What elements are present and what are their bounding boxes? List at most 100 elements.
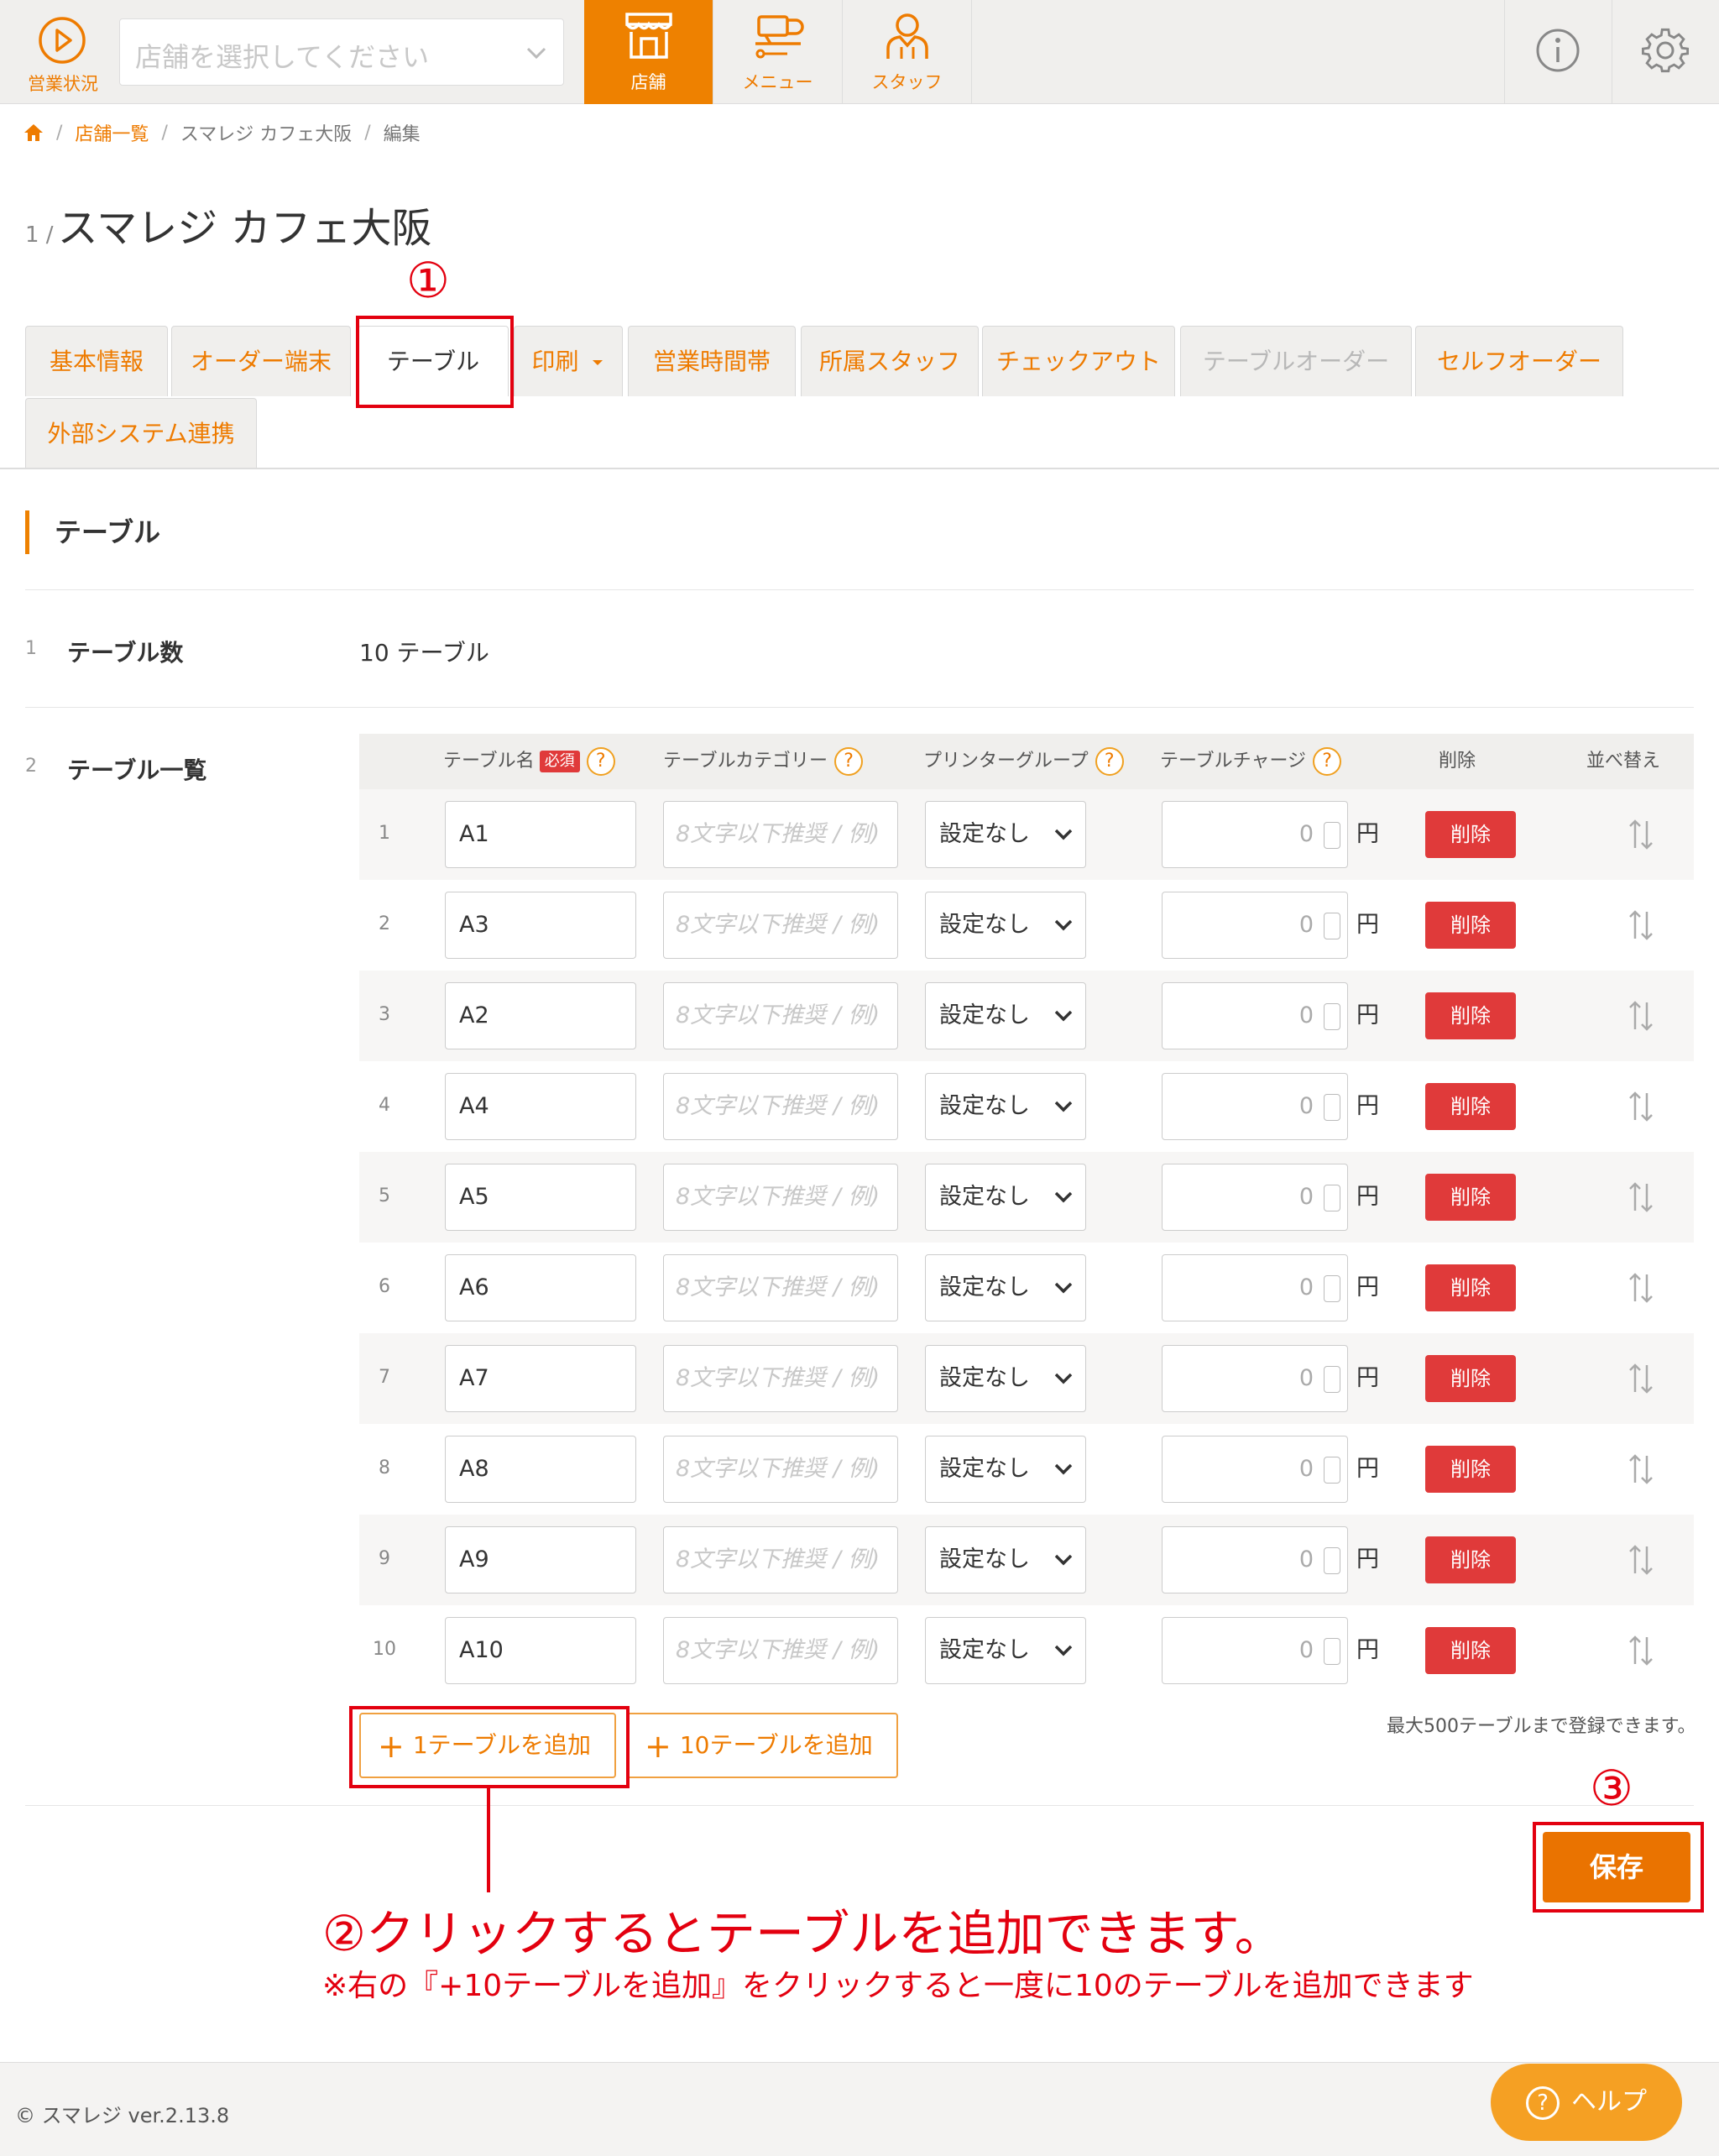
number-spinner[interactable]	[1324, 1003, 1340, 1030]
table-name-input[interactable]: A5	[445, 1164, 636, 1231]
number-spinner[interactable]	[1324, 1366, 1340, 1393]
sales-status-button[interactable]: 営業状況	[0, 0, 118, 104]
tab-business-hours[interactable]: 営業時間帯	[628, 326, 796, 396]
delete-button[interactable]: 削除	[1425, 811, 1516, 858]
store-select[interactable]: 店舗を選択してください	[119, 18, 564, 86]
sort-arrows-icon[interactable]	[1627, 1634, 1655, 1667]
tab-self-order[interactable]: セルフオーダー	[1415, 326, 1623, 396]
printer-group-select[interactable]: 設定なし	[925, 1526, 1086, 1593]
info-button[interactable]	[1504, 0, 1611, 104]
help-question-icon[interactable]: ?	[1313, 747, 1342, 776]
table-charge-input[interactable]: 0	[1162, 1073, 1348, 1140]
add-ten-tables-button[interactable]: +10テーブルを追加	[626, 1713, 898, 1778]
delete-button[interactable]: 削除	[1425, 1536, 1516, 1583]
printer-group-value: 設定なし	[939, 1365, 1030, 1391]
table-category-input[interactable]: 8文字以下推奨 / 例)	[663, 801, 898, 868]
delete-button[interactable]: 削除	[1425, 1627, 1516, 1674]
sort-arrows-icon[interactable]	[1627, 1180, 1655, 1214]
delete-button[interactable]: 削除	[1425, 902, 1516, 949]
table-name-input[interactable]: A2	[445, 982, 636, 1049]
table-charge-input[interactable]: 0	[1162, 1617, 1348, 1684]
table-charge-input[interactable]: 0	[1162, 1526, 1348, 1593]
table-name-input[interactable]: A6	[445, 1254, 636, 1321]
sort-arrows-icon[interactable]	[1627, 908, 1655, 942]
sort-arrows-icon[interactable]	[1627, 1543, 1655, 1577]
sort-arrows-icon[interactable]	[1627, 818, 1655, 851]
delete-button[interactable]: 削除	[1425, 1264, 1516, 1311]
table-name-input[interactable]: A9	[445, 1526, 636, 1593]
table-category-input[interactable]: 8文字以下推奨 / 例)	[663, 1436, 898, 1503]
printer-group-select[interactable]: 設定なし	[925, 801, 1086, 868]
number-spinner[interactable]	[1324, 1275, 1340, 1302]
chevron-down-icon	[1054, 1645, 1073, 1656]
nav-tab-staff[interactable]: スタッフ	[843, 0, 972, 104]
table-charge-input[interactable]: 0	[1162, 1436, 1348, 1503]
header-category: テーブルカテゴリー?	[663, 734, 864, 789]
table-count-label: テーブル数	[67, 639, 184, 667]
printer-group-select[interactable]: 設定なし	[925, 1436, 1086, 1503]
annotation-box-save	[1533, 1822, 1704, 1913]
table-category-input[interactable]: 8文字以下推奨 / 例)	[663, 1526, 898, 1593]
table-category-input[interactable]: 8文字以下推奨 / 例)	[663, 1164, 898, 1231]
table-name-input[interactable]: A7	[445, 1345, 636, 1412]
help-question-icon[interactable]: ?	[586, 747, 615, 776]
delete-button[interactable]: 削除	[1425, 992, 1516, 1039]
nav-tab-store[interactable]: 店舗	[584, 0, 713, 104]
table-charge-input[interactable]: 0	[1162, 1254, 1348, 1321]
table-charge-input[interactable]: 0	[1162, 801, 1348, 868]
table-name-input[interactable]: A3	[445, 892, 636, 959]
table-category-input[interactable]: 8文字以下推奨 / 例)	[663, 1254, 898, 1321]
table-category-input[interactable]: 8文字以下推奨 / 例)	[663, 1073, 898, 1140]
tab-basic-info[interactable]: 基本情報	[25, 326, 168, 396]
table-category-input[interactable]: 8文字以下推奨 / 例)	[663, 1345, 898, 1412]
number-spinner[interactable]	[1324, 1185, 1340, 1211]
sort-arrows-icon[interactable]	[1627, 1090, 1655, 1123]
breadcrumb-separator: /	[56, 122, 63, 144]
delete-button[interactable]: 削除	[1425, 1355, 1516, 1402]
settings-button[interactable]	[1612, 0, 1718, 104]
number-spinner[interactable]	[1324, 1457, 1340, 1484]
number-spinner[interactable]	[1324, 913, 1340, 939]
help-question-icon[interactable]: ?	[1095, 747, 1124, 776]
number-spinner[interactable]	[1324, 1094, 1340, 1121]
printer-group-select[interactable]: 設定なし	[925, 1345, 1086, 1412]
sort-arrows-icon[interactable]	[1627, 1271, 1655, 1305]
table-name-input[interactable]: A10	[445, 1617, 636, 1684]
sort-arrows-icon[interactable]	[1627, 999, 1655, 1033]
printer-group-select[interactable]: 設定なし	[925, 1164, 1086, 1231]
help-question-icon[interactable]: ?	[834, 747, 864, 776]
number-spinner[interactable]	[1324, 822, 1340, 849]
sort-arrows-icon[interactable]	[1627, 1362, 1655, 1395]
delete-button[interactable]: 削除	[1425, 1174, 1516, 1221]
printer-group-select[interactable]: 設定なし	[925, 1073, 1086, 1140]
printer-group-select[interactable]: 設定なし	[925, 892, 1086, 959]
tab-print[interactable]: 印刷	[514, 326, 623, 396]
home-icon[interactable]	[24, 123, 44, 142]
table-name-input[interactable]: A4	[445, 1073, 636, 1140]
number-spinner[interactable]	[1324, 1638, 1340, 1665]
delete-button[interactable]: 削除	[1425, 1083, 1516, 1130]
tab-external-system[interactable]: 外部システム連携	[25, 398, 257, 468]
printer-group-select[interactable]: 設定なし	[925, 982, 1086, 1049]
printer-group-select[interactable]: 設定なし	[925, 1254, 1086, 1321]
tab-checkout[interactable]: チェックアウト	[982, 326, 1175, 396]
sort-arrows-icon[interactable]	[1627, 1452, 1655, 1486]
table-category-input[interactable]: 8文字以下推奨 / 例)	[663, 1617, 898, 1684]
table-charge-input[interactable]: 0	[1162, 982, 1348, 1049]
tab-staff[interactable]: 所属スタッフ	[801, 326, 979, 396]
table-charge-input[interactable]: 0	[1162, 1345, 1348, 1412]
breadcrumb-separator: /	[161, 122, 168, 144]
number-spinner[interactable]	[1324, 1547, 1340, 1574]
delete-button[interactable]: 削除	[1425, 1446, 1516, 1493]
table-name-input[interactable]: A8	[445, 1436, 636, 1503]
table-category-input[interactable]: 8文字以下推奨 / 例)	[663, 982, 898, 1049]
table-charge-input[interactable]: 0	[1162, 892, 1348, 959]
help-button[interactable]: ? ヘルプ	[1491, 2064, 1682, 2141]
tab-order-terminal[interactable]: オーダー端末	[171, 326, 351, 396]
table-category-input[interactable]: 8文字以下推奨 / 例)	[663, 892, 898, 959]
breadcrumb-store-list[interactable]: 店舗一覧	[75, 124, 149, 145]
nav-tab-menu[interactable]: メニュー	[713, 0, 843, 104]
printer-group-select[interactable]: 設定なし	[925, 1617, 1086, 1684]
table-charge-input[interactable]: 0	[1162, 1164, 1348, 1231]
table-name-input[interactable]: A1	[445, 801, 636, 868]
